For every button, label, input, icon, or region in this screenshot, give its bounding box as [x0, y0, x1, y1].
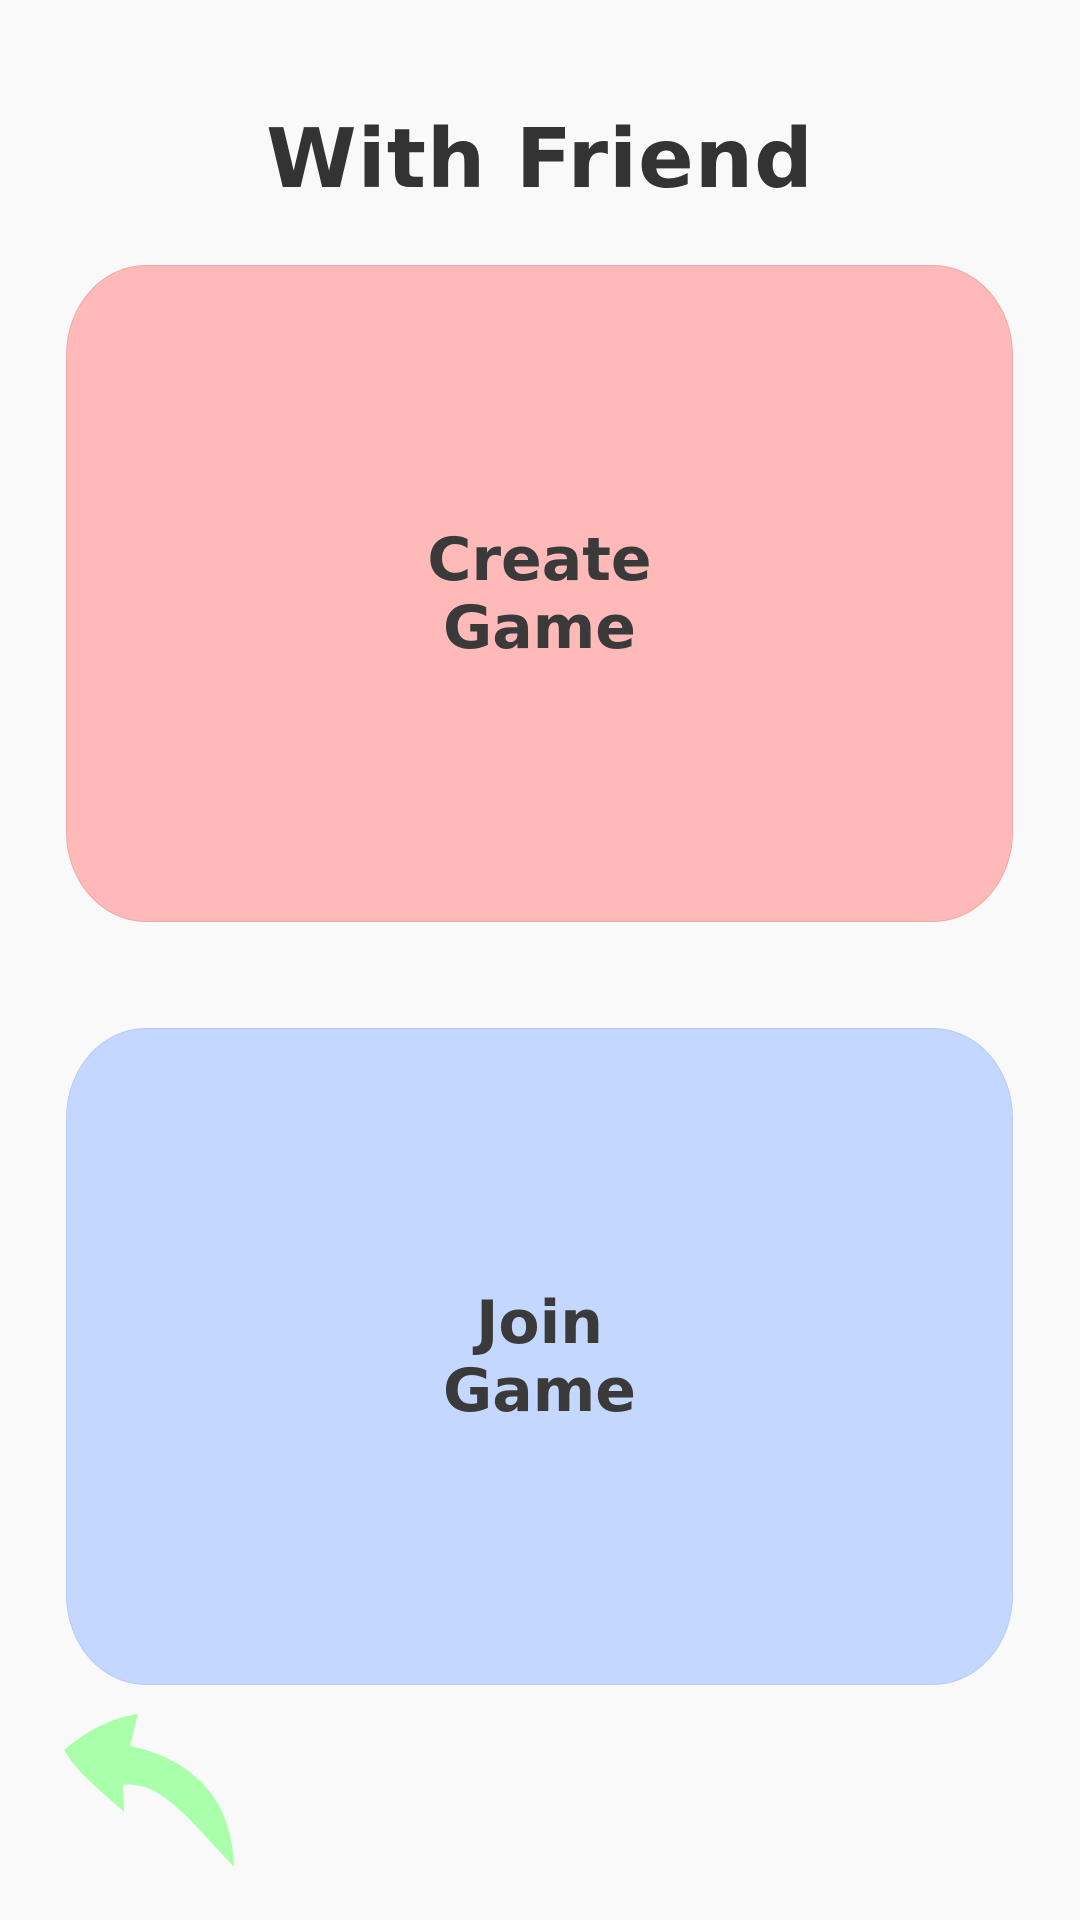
create-game-label: Create Game: [427, 524, 652, 663]
page-title: With Friend: [266, 112, 814, 207]
create-game-button[interactable]: Create Game: [66, 265, 1013, 922]
join-game-label: Join Game: [443, 1287, 636, 1426]
back-button[interactable]: [60, 1710, 240, 1880]
join-game-button[interactable]: Join Game: [66, 1028, 1013, 1685]
back-arrow-icon: [64, 1714, 234, 1867]
